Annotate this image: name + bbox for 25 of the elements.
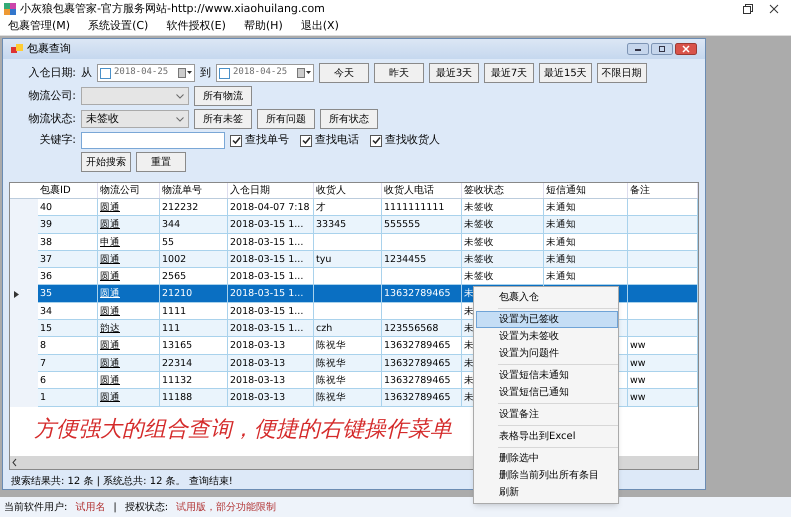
option-label: 查找电话 (315, 132, 359, 148)
table-cell: 圆通 (98, 389, 160, 407)
date-label: 入仓日期: (27, 64, 76, 81)
table-cell: 13632789465 (382, 389, 462, 407)
from-label: 从 (81, 64, 92, 81)
user-value: 试用名 (75, 500, 106, 514)
table-cell: 11188 (160, 389, 228, 407)
license-label: 授权状态: (124, 500, 168, 514)
search-result-status: 搜索结果共: 12 条 | 系统总共: 12 条。 查询结束! (11, 474, 233, 489)
caption-text: 方便强大的组合查询，便捷的右键操作菜单 (34, 416, 452, 444)
option-label: 查找单号 (245, 132, 289, 148)
status-separator: | (113, 500, 117, 514)
table-cell: 陈祝华 (314, 389, 382, 407)
child-window-title: 包裹查询 (27, 40, 71, 57)
window-title: 小灰狼包裹管家-官方服务网站-http://www.xiaohuilang.com (20, 0, 325, 17)
status-label: 物流状态: (27, 110, 76, 127)
option-label: 查找收货人 (385, 132, 440, 148)
license-value: 试用版，部分功能限制 (176, 500, 276, 514)
company-label: 物流公司: (27, 88, 76, 104)
keyword-label: 关键字: (38, 132, 76, 148)
user-label: 当前软件用户: (4, 500, 68, 514)
table-cell: 2018-03-13 (228, 389, 314, 407)
table-cell: 1 (38, 389, 98, 407)
to-label: 到 (200, 64, 211, 81)
table-cell: ww (628, 389, 698, 407)
